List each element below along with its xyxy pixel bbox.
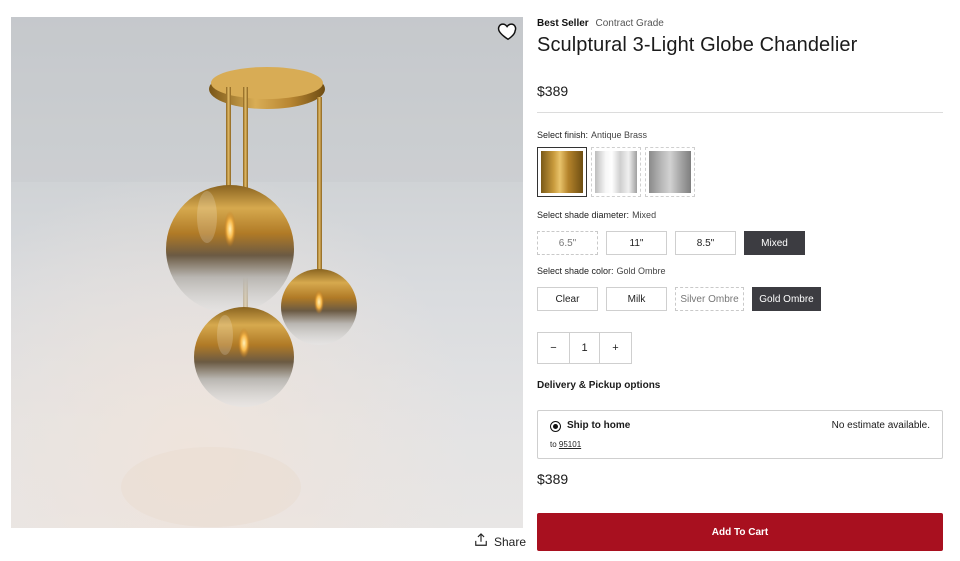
shade-color-selected-value: Gold Ombre <box>616 266 666 276</box>
ship-to-home-radio[interactable] <box>550 421 561 432</box>
add-to-cart-button[interactable]: Add To Cart <box>537 513 943 551</box>
ship-to-home-label: Ship to home <box>567 420 631 431</box>
swatch-polished-nickel[interactable] <box>591 147 641 197</box>
contract-grade-badge: Contract Grade <box>595 18 664 29</box>
quantity-decrease-button[interactable]: − <box>538 333 569 363</box>
quantity-stepper: − 1 + <box>537 332 632 364</box>
diameter-option-6-5[interactable]: 6.5" <box>537 231 598 255</box>
ship-to-zip: to 95101 <box>550 440 582 449</box>
shade-color-options: Clear Milk Silver Ombre Gold Ombre <box>537 287 821 311</box>
heart-icon[interactable] <box>497 20 519 42</box>
quantity-value[interactable]: 1 <box>569 333 600 363</box>
swatch-antique-brass[interactable] <box>537 147 587 197</box>
color-option-milk[interactable]: Milk <box>606 287 667 311</box>
product-image[interactable] <box>11 17 523 528</box>
total-price: $389 <box>537 471 569 487</box>
zip-code-link[interactable]: 95101 <box>559 440 581 449</box>
product-badges: Best Seller Contract Grade <box>537 18 664 29</box>
best-seller-badge: Best Seller <box>537 18 589 29</box>
product-title: Sculptural 3-Light Globe Chandelier <box>537 34 858 56</box>
diameter-option-8-5[interactable]: 8.5" <box>675 231 736 255</box>
diameter-option-mixed[interactable]: Mixed <box>744 231 805 255</box>
share-label: Share <box>494 534 527 549</box>
shade-diameter-selected-value: Mixed <box>632 210 657 220</box>
product-price: $389 <box>537 83 569 99</box>
finish-selected-value: Antique Brass <box>591 130 648 140</box>
finish-label: Select finish: Antique Brass <box>537 130 648 140</box>
share-button[interactable]: Share <box>474 533 526 550</box>
color-option-gold-ombre[interactable]: Gold Ombre <box>752 287 821 311</box>
swatch-brushed-nickel[interactable] <box>645 147 695 197</box>
color-option-silver-ombre[interactable]: Silver Ombre <box>675 287 744 311</box>
share-icon <box>474 533 488 550</box>
shade-diameter-label: Select shade diameter: Mixed <box>537 210 657 220</box>
chandelier-illustration <box>11 17 523 528</box>
divider <box>537 112 943 113</box>
finish-swatches <box>537 147 695 197</box>
ship-to-home-option[interactable]: Ship to home to 95101 No estimate availa… <box>537 410 943 459</box>
quantity-increase-button[interactable]: + <box>600 333 631 363</box>
delivery-title: Delivery & Pickup options <box>537 380 661 391</box>
shade-color-label: Select shade color: Gold Ombre <box>537 266 666 276</box>
delivery-estimate: No estimate available. <box>831 420 930 431</box>
shade-diameter-options: 6.5" 11" 8.5" Mixed <box>537 231 805 255</box>
diameter-option-11[interactable]: 11" <box>606 231 667 255</box>
color-option-clear[interactable]: Clear <box>537 287 598 311</box>
